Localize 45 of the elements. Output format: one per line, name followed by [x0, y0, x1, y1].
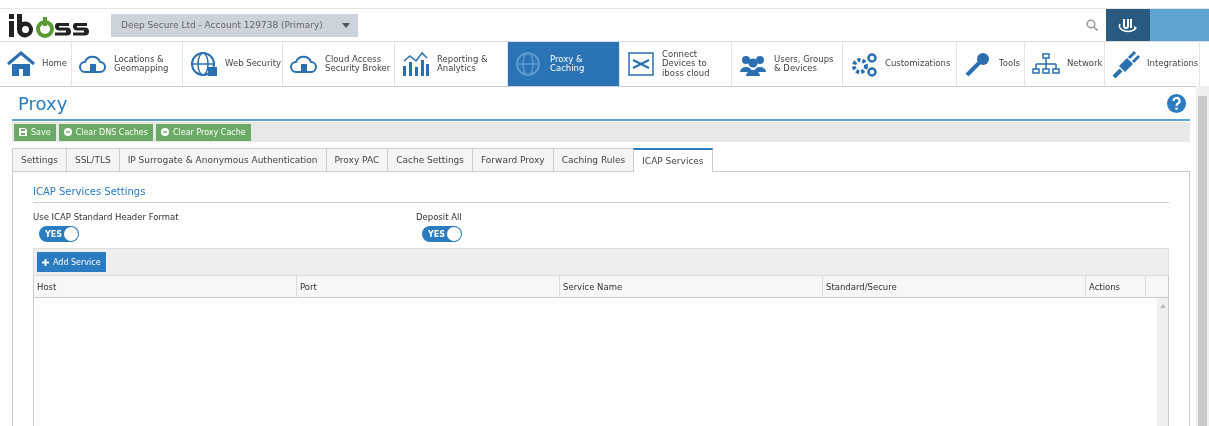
nav-item[interactable]: Connect Devices to iboss cloud	[620, 42, 732, 86]
toggle-label: Deposit All	[416, 212, 462, 222]
nav-item[interactable]: Integrations	[1105, 42, 1200, 86]
ui-switch-button[interactable]	[1106, 9, 1150, 41]
nav-item[interactable]: Home	[0, 42, 72, 86]
page-scrollbar[interactable]	[1196, 86, 1209, 426]
tab[interactable]: SSL/TLS	[65, 148, 120, 171]
nav-item[interactable]: Customizations	[843, 42, 957, 86]
nav-item[interactable]: Network	[1025, 42, 1105, 86]
nav-item[interactable]: Web Security	[183, 42, 283, 86]
page-title: Proxy	[18, 92, 68, 114]
tab[interactable]: Forward Proxy	[472, 148, 554, 171]
tab[interactable]: Settings	[12, 148, 67, 171]
nav-item[interactable]: Tools	[957, 42, 1025, 86]
caret-icon	[342, 22, 350, 28]
column-header[interactable]: Port	[297, 276, 560, 297]
column-header[interactable]: Actions	[1086, 276, 1146, 297]
plus-icon	[42, 258, 49, 266]
tab[interactable]: IP Surrogate & Anonymous Authentication	[118, 148, 327, 171]
search-icon[interactable]	[1086, 19, 1098, 31]
tab[interactable]: Caching Rules	[552, 148, 635, 171]
tab[interactable]: ICAP Services	[633, 148, 713, 172]
tab[interactable]: Proxy PAC	[325, 148, 389, 171]
floppy-icon	[19, 128, 27, 136]
column-header[interactable]: Standard/Secure	[823, 276, 1086, 297]
globe-lock-icon	[189, 50, 219, 78]
toggle-label: Use ICAP Standard Header Format	[33, 212, 179, 222]
toggle-switch[interactable]: YES	[39, 226, 79, 242]
scroll-up-icon[interactable]	[1159, 304, 1166, 308]
account-dropdown[interactable]: Deep Secure Ltd - Account 129738 (Primary)	[111, 13, 358, 37]
toggle-switch[interactable]: YES	[422, 226, 462, 242]
nav-item[interactable]: Locations & Geomapping	[72, 42, 183, 86]
section-title: ICAP Services Settings	[33, 172, 1169, 203]
minus-circle-icon	[63, 128, 72, 136]
chart-icon	[401, 50, 431, 78]
column-header[interactable]: Host	[34, 276, 297, 297]
nav-item[interactable]: Proxy & Caching	[508, 42, 620, 86]
column-header[interactable]: Service Name	[560, 276, 823, 297]
minus-circle-icon	[160, 128, 169, 136]
tab[interactable]: Cache Settings	[387, 148, 473, 171]
nav-item[interactable]: Users, Groups & Devices	[732, 42, 843, 86]
house-icon	[6, 50, 36, 78]
add-service-button[interactable]: Add Service	[37, 252, 106, 272]
help-icon[interactable]	[1167, 93, 1186, 113]
nav-item[interactable]: Cloud Access Security Broker	[283, 42, 395, 86]
